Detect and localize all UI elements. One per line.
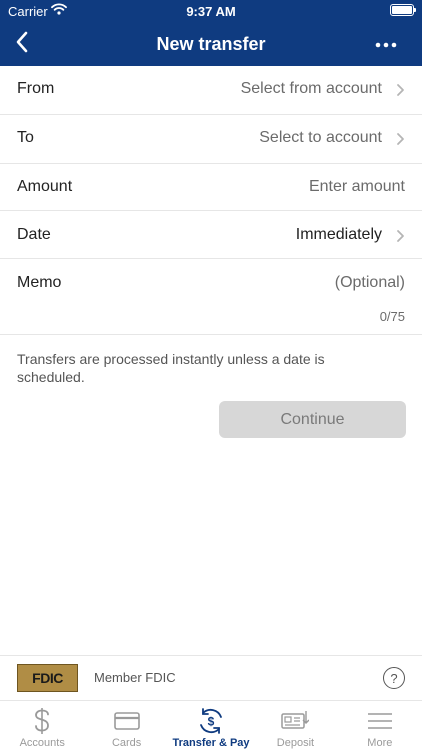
tab-label: Transfer & Pay [172, 737, 250, 749]
from-account-row[interactable]: From Select from account [0, 66, 422, 115]
question-icon: ? [390, 670, 398, 686]
chevron-left-icon [15, 31, 29, 58]
fdic-logo: FDIC [17, 664, 78, 692]
memo-label: Memo [17, 274, 62, 291]
to-label: To [17, 129, 34, 146]
date-row[interactable]: Date Immediately [0, 211, 422, 259]
chevron-right-icon [395, 229, 405, 243]
tab-cards[interactable]: Cards [84, 701, 168, 750]
fdic-logo-text: FDIC [32, 670, 63, 686]
help-button[interactable]: ? [383, 667, 405, 689]
dollar-icon [27, 707, 57, 735]
page-title: New transfer [156, 34, 266, 54]
more-options-button[interactable] [364, 30, 408, 58]
svg-text:$: $ [208, 715, 215, 729]
back-button[interactable] [8, 30, 36, 58]
fdic-footer: FDIC Member FDIC ? [0, 655, 422, 700]
nav-bar: New transfer [0, 22, 422, 66]
card-icon [112, 707, 142, 735]
memo-character-counter: 0/75 [379, 309, 405, 324]
tab-label: Deposit [276, 737, 315, 749]
tab-deposit[interactable]: Deposit [253, 701, 337, 750]
date-value: Immediately [295, 226, 382, 243]
status-bar: Carrier 9:37 AM [0, 0, 422, 22]
battery-icon [390, 4, 416, 16]
from-label: From [17, 80, 55, 97]
amount-label: Amount [17, 178, 73, 195]
tab-label: Cards [111, 737, 142, 749]
tab-label: More [367, 737, 393, 749]
tab-bar: Accounts Cards $ Transfer & Pay Deposit … [0, 700, 422, 750]
from-account-value: Select from account [240, 80, 382, 97]
tab-transfer-pay[interactable]: $ Transfer & Pay [169, 701, 253, 750]
continue-button[interactable]: Continue [219, 401, 406, 438]
date-label: Date [17, 226, 51, 243]
memo-row: Memo (Optional) 0/75 [0, 259, 422, 335]
check-deposit-icon [280, 707, 310, 735]
amount-row: Amount Enter amount [0, 164, 422, 211]
tab-more[interactable]: More [338, 701, 422, 750]
chevron-right-icon [395, 132, 405, 146]
chevron-right-icon [395, 83, 405, 97]
transfer-pay-icon: $ [196, 707, 226, 735]
menu-icon [365, 707, 395, 735]
tab-accounts[interactable]: Accounts [0, 701, 84, 750]
memo-input[interactable]: (Optional) [335, 274, 405, 292]
to-account-value: Select to account [259, 129, 382, 146]
to-account-row[interactable]: To Select to account [0, 115, 422, 164]
transfer-info-text: Transfers are processed instantly unless… [17, 351, 325, 385]
app-header: Carrier 9:37 AM New transfer [0, 0, 422, 66]
amount-input[interactable]: Enter amount [309, 178, 405, 196]
ellipsis-icon [375, 35, 397, 53]
status-time: 9:37 AM [186, 4, 236, 19]
member-fdic-label: Member FDIC [94, 670, 176, 685]
tab-label: Accounts [19, 737, 65, 749]
